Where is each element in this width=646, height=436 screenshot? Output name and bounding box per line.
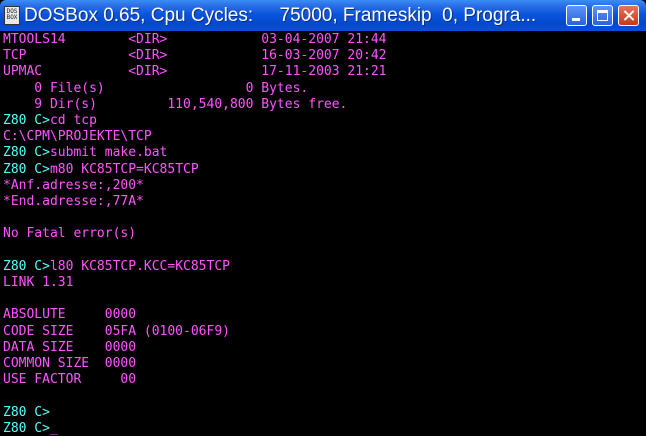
console-text: MTOOLS14 <DIR> 03-04-2007 21:44 <box>3 32 387 47</box>
console-line: ABSOLUTE 0000 <box>3 307 136 323</box>
console-line: Z80 C>l80 KC85TCP.KCC=KC85TCP <box>3 259 230 275</box>
console-text: 0 File(s) 0 Bytes. <box>3 80 309 96</box>
console-line: Z80 C>_ <box>3 421 58 436</box>
dosbox-app-icon[interactable]: DOS BOX <box>4 6 20 25</box>
console-text: TCP <DIR> 16-03-2007 20:42 <box>3 48 387 64</box>
console-line: 0 File(s) 0 Bytes. <box>3 81 308 97</box>
window-title: DOSBox 0.65, Cpu Cycles: 75000, Frameski… <box>24 5 537 26</box>
console-line: Z80 C>m80 KC85TCP=KC85TCP <box>3 162 199 178</box>
console-text: m80 KC85TCP=KC85TCP <box>49 161 199 177</box>
text-cursor: _ <box>49 420 58 436</box>
console-text: submit make.bat <box>49 145 168 161</box>
console-text: DATA SIZE 0000 <box>3 339 137 355</box>
close-button[interactable] <box>618 5 639 26</box>
console-text: CODE SIZE 05FA (0100-06F9) <box>3 323 230 339</box>
console-line: *End.adresse:,77A* <box>3 194 144 210</box>
minimize-button[interactable] <box>566 5 587 26</box>
console-line: LINK 1.31 <box>3 275 73 291</box>
console-text: COMMON SIZE 0000 <box>3 356 137 371</box>
console-prompt: Z80 C> <box>3 161 50 177</box>
maximize-button[interactable] <box>592 5 613 26</box>
console-prompt: Z80 C> <box>3 145 50 161</box>
console-line: DATA SIZE 0000 <box>3 340 136 356</box>
console-text: 9 Dir(s) 110,540,800 Bytes free. <box>3 96 348 112</box>
console-line: Z80 C>submit make.bat <box>3 145 167 161</box>
console-line: 9 Dir(s) 110,540,800 Bytes free. <box>3 97 347 113</box>
close-icon <box>619 6 638 25</box>
console-prompt: Z80 C> <box>3 404 50 420</box>
console-line: USE FACTOR 00 <box>3 372 136 388</box>
console-text: *End.adresse:,77A* <box>3 194 144 209</box>
console-prompt: Z80 C> <box>3 258 50 274</box>
console-line: CODE SIZE 05FA (0100-06F9) <box>3 324 230 340</box>
console-text: UPMAC <DIR> 17-11-2003 21:21 <box>3 64 387 80</box>
console-line: MTOOLS14 <DIR> 03-04-2007 21:44 <box>3 32 387 48</box>
console-line: *Anf.adresse:,200* <box>3 178 144 194</box>
console-line: COMMON SIZE 0000 <box>3 356 136 372</box>
console-line: UPMAC <DIR> 17-11-2003 21:21 <box>3 64 387 80</box>
minimize-icon <box>572 18 580 21</box>
console-text: C:\CPM\PROJEKTE\TCP <box>3 129 152 145</box>
console-text: l80 KC85TCP.KCC=KC85TCP <box>49 258 230 274</box>
console-text: LINK 1.31 <box>3 275 74 290</box>
console-text: USE FACTOR 00 <box>3 372 137 388</box>
console-line: Z80 C>cd tcp <box>3 113 97 129</box>
console-text: cd tcp <box>49 113 97 128</box>
console-prompt: Z80 C> <box>3 420 50 436</box>
console-screen[interactable]: MTOOLS14 <DIR> 03-04-2007 21:44 TCP <DIR>… <box>0 31 646 436</box>
dosbox-window: DOS BOX DOSBox 0.65, Cpu Cycles: 75000, … <box>0 0 646 436</box>
title-bar[interactable]: DOS BOX DOSBox 0.65, Cpu Cycles: 75000, … <box>0 0 646 31</box>
maximize-icon <box>597 10 608 21</box>
console-prompt: Z80 C> <box>3 113 50 128</box>
console-line: TCP <DIR> 16-03-2007 20:42 <box>3 48 387 64</box>
console-text: ABSOLUTE 0000 <box>3 307 137 323</box>
console-line: No Fatal error(s) <box>3 226 136 242</box>
console-line: Z80 C> <box>3 405 50 421</box>
console-line: C:\CPM\PROJEKTE\TCP <box>3 129 152 145</box>
console-text: *Anf.adresse:,200* <box>3 177 144 193</box>
console-text: No Fatal error(s) <box>3 226 137 242</box>
